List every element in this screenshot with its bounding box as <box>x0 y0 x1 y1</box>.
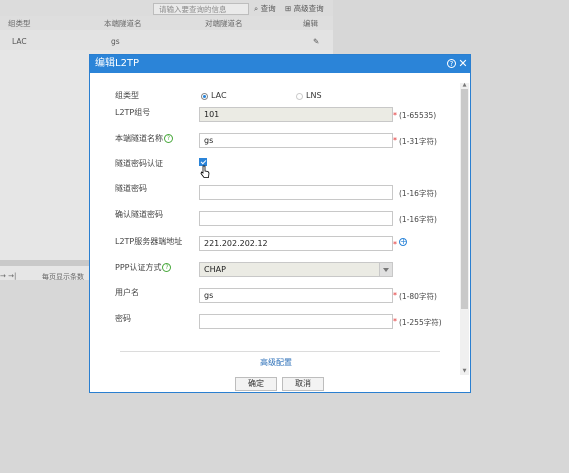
username-hint: (1-80字符) <box>399 292 437 301</box>
close-icon[interactable]: ✕ <box>458 56 468 72</box>
dialog-titlebar: 编辑L2TP ? ✕ <box>90 55 470 73</box>
tunnel-pwd-field[interactable] <box>199 185 393 200</box>
confirm-pwd-hint: (1-16字符) <box>399 215 437 224</box>
password-field[interactable] <box>199 314 393 329</box>
row-local-name: gs <box>111 37 120 46</box>
ppp-auth-label: PPP认证方式? <box>115 262 172 273</box>
confirm-pwd-label: 确认隧道密码 <box>115 210 163 219</box>
chevron-down-icon[interactable] <box>379 263 392 276</box>
group-no-field[interactable]: 101 <box>199 107 393 122</box>
search-input[interactable]: 请输入要查询的信息 <box>153 3 249 15</box>
pager-arrows[interactable]: → →| <box>0 272 16 280</box>
required-mark: * <box>393 240 397 249</box>
pointer-cursor-icon <box>200 165 210 178</box>
scroll-thumb[interactable] <box>461 89 468 309</box>
radio-lac-label: LAC <box>211 91 227 100</box>
column-header: 编辑 <box>303 19 318 28</box>
username-label: 用户名 <box>115 288 139 297</box>
required-mark: * <box>393 111 397 120</box>
advanced-config-link[interactable]: 高级配置 <box>260 357 292 368</box>
cancel-button[interactable]: 取消 <box>282 377 324 391</box>
search-button-label: 查询 <box>260 4 276 13</box>
vertical-scrollbar[interactable]: ▲ ▼ <box>460 83 469 375</box>
confirm-pwd-field[interactable] <box>199 211 393 226</box>
pager-label: 每页显示条数 <box>42 273 84 281</box>
ok-button[interactable]: 确定 <box>235 377 277 391</box>
tunnel-pwd-hint: (1-16字符) <box>399 189 437 198</box>
tunnel-pwd-label: 隧道密码 <box>115 184 147 193</box>
local-name-label-text: 本端隧道名称 <box>115 134 163 143</box>
group-no-label: L2TP组号 <box>115 108 151 117</box>
help-icon[interactable]: ? <box>447 59 456 68</box>
question-icon[interactable]: ? <box>162 263 172 272</box>
edit-l2tp-dialog: 编辑L2TP ? ✕ 组类型 LAC LNS L2TP组号 101 * (1-6… <box>89 54 471 393</box>
local-name-field[interactable]: gs <box>199 133 393 148</box>
column-header: 对端隧道名 <box>205 19 243 28</box>
radio-lac[interactable] <box>201 93 208 100</box>
required-mark: * <box>393 136 397 145</box>
server-addr-field[interactable]: 221.202.202.12 <box>199 236 393 251</box>
advanced-search-label: 高级查询 <box>293 4 324 13</box>
dialog-title: 编辑L2TP <box>95 58 140 69</box>
column-header: 本端隧道名 <box>104 19 142 28</box>
group-no-hint: (1-65535) <box>399 111 437 120</box>
advanced-search-button[interactable]: ⊞ 高级查询 <box>285 3 324 15</box>
scroll-down-icon[interactable]: ▼ <box>461 369 468 374</box>
username-field[interactable]: gs <box>199 288 393 303</box>
local-name-hint: (1-31字符) <box>399 137 437 146</box>
divider <box>120 351 440 352</box>
search-button[interactable]: ⌕ 查询 <box>254 3 276 15</box>
radio-lns[interactable] <box>296 93 303 100</box>
add-icon[interactable]: + <box>399 238 407 246</box>
horizontal-scrollbar[interactable] <box>0 260 100 266</box>
pager: → →| 每页显示条数 <box>0 268 100 282</box>
password-label: 密码 <box>115 314 131 323</box>
radio-lns-label: LNS <box>306 91 322 100</box>
group-type-label: 组类型 <box>115 91 139 100</box>
local-name-label: 本端隧道名称? <box>115 133 173 144</box>
scroll-up-icon[interactable]: ▲ <box>461 83 468 88</box>
ppp-auth-label-text: PPP认证方式 <box>115 263 162 272</box>
column-header: 组类型 <box>8 19 31 28</box>
tunnel-auth-label: 隧道密码认证 <box>115 159 163 168</box>
edit-icon[interactable]: ✎ <box>313 37 319 46</box>
password-hint: (1-255字符) <box>399 318 442 327</box>
row-type: LAC <box>12 37 27 46</box>
table-header: 组类型 本端隧道名 对端隧道名 编辑 <box>0 16 333 30</box>
table-row[interactable]: LAC gs ✎ <box>0 30 333 50</box>
question-icon[interactable]: ? <box>164 134 173 143</box>
ppp-auth-select[interactable]: CHAP <box>199 262 393 277</box>
required-mark: * <box>393 291 397 300</box>
required-mark: * <box>393 317 397 326</box>
ppp-auth-value: CHAP <box>204 265 226 274</box>
server-addr-label: L2TP服务器端地址 <box>115 237 183 246</box>
